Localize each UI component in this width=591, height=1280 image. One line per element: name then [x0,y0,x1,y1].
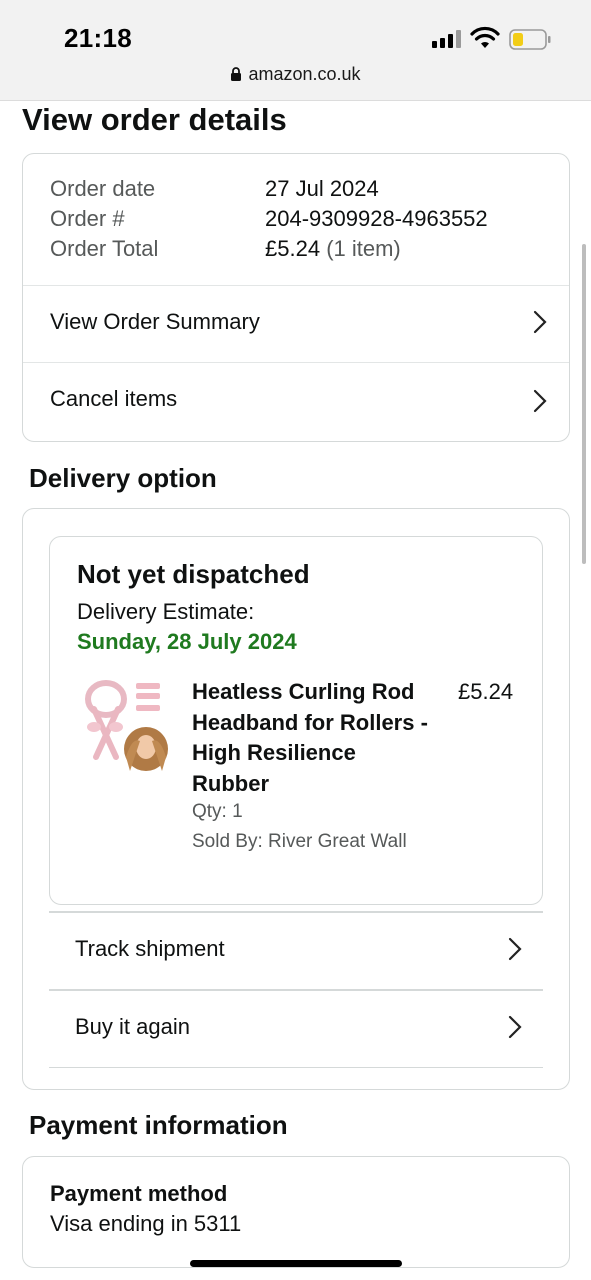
product-price: £5.24 [458,679,514,704]
track-shipment-button[interactable]: Track shipment [49,912,543,988]
url-bar[interactable]: amazon.co.uk [0,64,591,85]
browser-top-bar: 21:18 amazon.co.uk [0,0,591,101]
order-total-value: £5.24 (1 item) [265,236,401,262]
order-total-items: (1 item) [326,236,401,261]
chevron-right-icon [533,389,547,413]
payment-method-value: Visa ending in 5311 [50,1211,242,1236]
product-quantity: Qty: 1 [192,801,243,822]
delivery-section-title: Delivery option [29,463,217,493]
page-title: View order details [22,102,287,137]
payment-method-label: Payment method [50,1181,228,1206]
url-text: amazon.co.uk [248,64,361,84]
delivery-estimate-date: Sunday, 28 July 2024 [77,629,297,654]
view-order-summary-link[interactable]: View Order Summary [23,285,569,361]
track-shipment-label: Track shipment [75,936,225,961]
battery-icon [509,29,551,50]
product-seller: Sold By: River Great Wall [192,831,407,852]
wifi-icon [470,26,500,48]
shipment-status: Not yet dispatched [77,559,310,589]
order-total-label: Order Total [50,236,159,261]
buy-it-again-label: Buy it again [75,1014,190,1039]
order-number-value: 204-9309928-4963552 [265,206,488,231]
product-thumbnail[interactable] [80,677,170,773]
home-indicator[interactable] [190,1260,402,1267]
status-time: 21:18 [64,23,132,53]
order-total-amount: £5.24 [265,236,321,261]
page-scrollbar[interactable] [582,244,586,564]
order-info-card: Order date 27 Jul 2024 Order # 204-93099… [22,153,570,442]
delivery-card: Not yet dispatched Delivery Estimate: Su… [22,508,570,1090]
shipment-card: Not yet dispatched Delivery Estimate: Su… [49,536,543,905]
order-date-label: Order date [50,176,156,201]
cancel-items-label: Cancel items [50,386,178,411]
payment-card: Payment method Visa ending in 5311 [22,1156,570,1268]
delivery-estimate-label: Delivery Estimate: [77,599,255,624]
cellular-signal-icon [432,30,462,48]
buy-it-again-button[interactable]: Buy it again [49,990,543,1066]
view-order-summary-label: View Order Summary [50,309,260,334]
order-date-value: 27 Jul 2024 [265,176,379,201]
cancel-items-link[interactable]: Cancel items [23,362,569,438]
payment-section-title: Payment information [29,1110,288,1140]
lock-icon [231,67,242,81]
chevron-right-icon [508,1015,522,1039]
order-number-label: Order # [50,206,125,231]
chevron-right-icon [508,937,522,961]
chevron-right-icon [533,310,547,334]
product-title-link[interactable]: Heatless Curling Rod Headband for Roller… [192,677,432,799]
divider [49,1067,543,1068]
